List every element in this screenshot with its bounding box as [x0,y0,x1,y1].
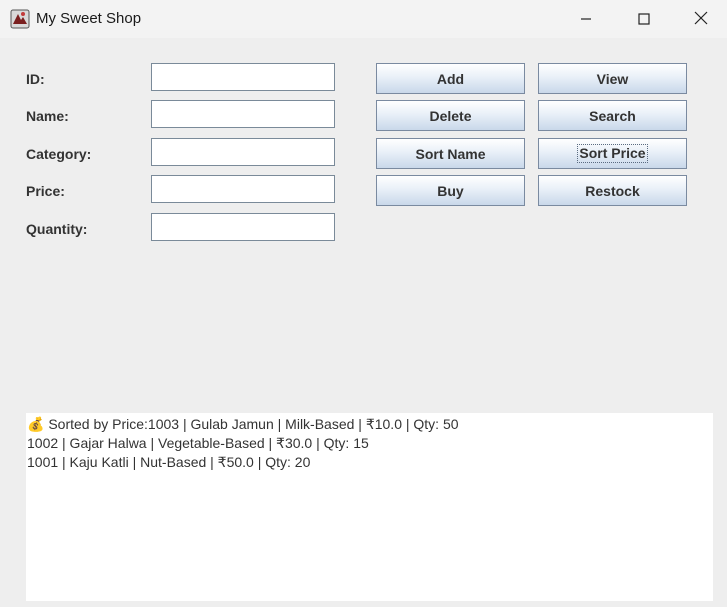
output-line: 💰 Sorted by Price:1003 | Gulab Jamun | M… [27,416,459,432]
price-field[interactable] [151,175,335,203]
candy-shop-app-icon [10,9,30,29]
sort-name-button[interactable]: Sort Name [376,138,525,169]
quantity-label: Quantity: [26,221,88,237]
restock-button[interactable]: Restock [538,175,687,206]
name-label: Name: [26,108,69,124]
output-line: 1001 | Kaju Katli | Nut-Based | ₹50.0 | … [27,454,311,470]
price-label: Price: [26,183,65,199]
view-button[interactable]: View [538,63,687,94]
minimize-icon [580,10,592,29]
quantity-field[interactable] [151,213,335,241]
maximize-button[interactable] [616,0,672,38]
delete-button[interactable]: Delete [376,100,525,131]
output-line: 1002 | Gajar Halwa | Vegetable-Based | ₹… [27,435,369,451]
minimize-button[interactable] [558,0,614,38]
id-field[interactable] [151,63,335,91]
output-text-area[interactable]: 💰 Sorted by Price:1003 | Gulab Jamun | M… [26,413,713,601]
category-field[interactable] [151,138,335,166]
close-button[interactable] [673,0,727,38]
main-panel: ID: Name: Category: Price: Quantity: Add… [0,38,727,607]
name-field[interactable] [151,100,335,128]
add-button[interactable]: Add [376,63,525,94]
id-label: ID: [26,71,45,87]
close-icon [694,10,708,29]
search-button[interactable]: Search [538,100,687,131]
title-bar: My Sweet Shop [0,0,727,38]
maximize-icon [638,10,650,29]
window-title: My Sweet Shop [36,10,142,27]
category-label: Category: [26,146,92,162]
sort-price-button[interactable]: Sort Price [538,138,687,169]
sort-price-label: Sort Price [577,144,648,163]
buy-button[interactable]: Buy [376,175,525,206]
